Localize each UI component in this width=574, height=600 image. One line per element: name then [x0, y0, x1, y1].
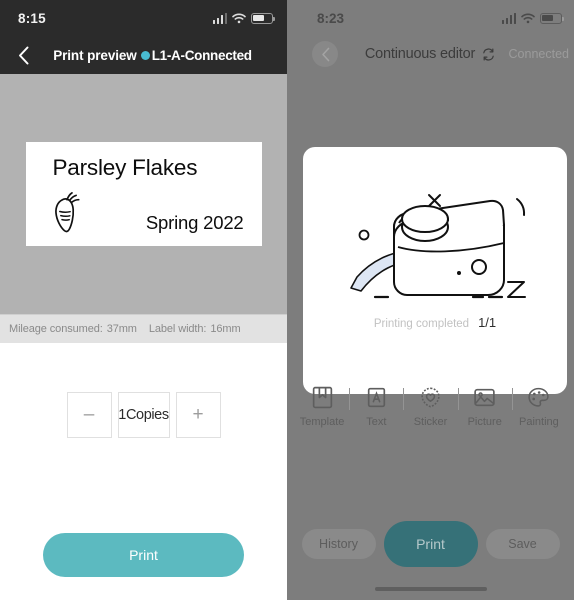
- page-title: Continuous editor: [364, 46, 476, 62]
- label-meta-bar: Mileage consumed: 37mm Label width: 16mm: [0, 314, 287, 343]
- label-printer-illustration: [303, 155, 567, 335]
- back-button[interactable]: [312, 41, 338, 67]
- label-card[interactable]: Parsley Flakes Spring 2022: [25, 142, 262, 246]
- carrot-icon: [49, 187, 85, 238]
- sync-icon[interactable]: [481, 47, 496, 62]
- status-bar-right: 8:23: [287, 0, 574, 36]
- signal-icon: [212, 12, 227, 24]
- wifi-icon: [232, 13, 246, 24]
- print-button[interactable]: Print: [43, 533, 244, 577]
- label-width-label: Label width:: [148, 323, 207, 335]
- label-preview-area: Parsley Flakes Spring 2022: [0, 74, 287, 314]
- back-button[interactable]: [10, 42, 36, 68]
- label-subtitle-text: Spring 2022: [145, 212, 244, 233]
- signal-icon: [501, 12, 516, 24]
- nav-bar-left: Print preview L1-A-Connected: [0, 36, 287, 74]
- sticker-heart-icon: [421, 387, 440, 408]
- chevron-left-icon: [18, 46, 28, 64]
- status-bar-left: 8:15: [0, 0, 287, 36]
- connection-status-dot: [140, 50, 150, 60]
- connection-status-label: L1-A-Connected: [151, 47, 252, 63]
- increase-copies-button[interactable]: +: [175, 392, 221, 438]
- print-progress-count: 1/1: [478, 315, 497, 330]
- mileage-label: Mileage consumed:: [9, 323, 103, 335]
- print-controls-area: – 1Copies + Print: [0, 343, 287, 600]
- toolbar-label: Picture: [467, 416, 502, 428]
- toolbar-item-template[interactable]: Template: [295, 385, 349, 428]
- decrease-copies-button[interactable]: –: [66, 392, 112, 438]
- status-bar-time: 8:15: [18, 10, 46, 26]
- print-status-label: Printing completed: [373, 318, 470, 330]
- battery-icon: [251, 12, 276, 24]
- battery-icon: [540, 12, 565, 24]
- home-indicator: [374, 586, 487, 591]
- copies-value[interactable]: 1Copies: [117, 392, 170, 438]
- save-button[interactable]: Save: [485, 529, 560, 559]
- status-bar-time: 8:23: [317, 10, 345, 26]
- nav-bar-right: Continuous editor Connected: [287, 36, 574, 72]
- painting-palette-icon: [528, 387, 550, 407]
- text-a-icon: [367, 387, 385, 408]
- toolbar-label: Template: [299, 416, 345, 428]
- toolbar-label: Sticker: [413, 416, 448, 428]
- printing-status-dialog: Printing completed 1/1: [303, 147, 567, 394]
- toolbar-item-painting[interactable]: Painting: [511, 385, 566, 428]
- toolbar-item-text[interactable]: Text: [349, 385, 403, 428]
- print-preview-screen: 8:15 Print preview L1-A-Connected Parsle: [0, 0, 287, 600]
- print-button[interactable]: Print: [383, 521, 478, 567]
- copies-stepper: – 1Copies +: [0, 392, 287, 438]
- template-bookmark-icon: [312, 386, 332, 409]
- connection-status-label: Connected: [508, 47, 569, 61]
- toolbar-label: Painting: [519, 416, 559, 428]
- mileage-value: 37mm: [106, 323, 137, 335]
- history-button[interactable]: History: [301, 529, 376, 559]
- toolbar-item-sticker[interactable]: Sticker: [403, 385, 457, 428]
- status-bar-icons: [501, 12, 565, 24]
- status-bar-icons: [212, 12, 276, 24]
- label-title-text: Parsley Flakes: [52, 155, 198, 180]
- page-title: Print preview: [53, 47, 137, 63]
- toolbar-label: Text: [366, 416, 387, 428]
- editor-toolbar: Template Text Sticker Picture Painting: [287, 385, 574, 428]
- wifi-icon: [521, 13, 535, 24]
- print-status-row: Printing completed 1/1: [303, 315, 567, 330]
- label-width-value: 16mm: [210, 323, 241, 335]
- picture-image-icon: [474, 388, 495, 407]
- toolbar-item-picture[interactable]: Picture: [457, 385, 512, 428]
- continuous-editor-screen: 8:23 Continuous editor Connected Printin…: [287, 0, 574, 600]
- chevron-left-icon: [321, 47, 329, 61]
- bottom-action-bar: History Print Save: [287, 521, 574, 567]
- dual-screenshot-container: 8:15 Print preview L1-A-Connected Parsle: [0, 0, 574, 600]
- nav-title-group: Print preview L1-A-Connected: [0, 48, 287, 63]
